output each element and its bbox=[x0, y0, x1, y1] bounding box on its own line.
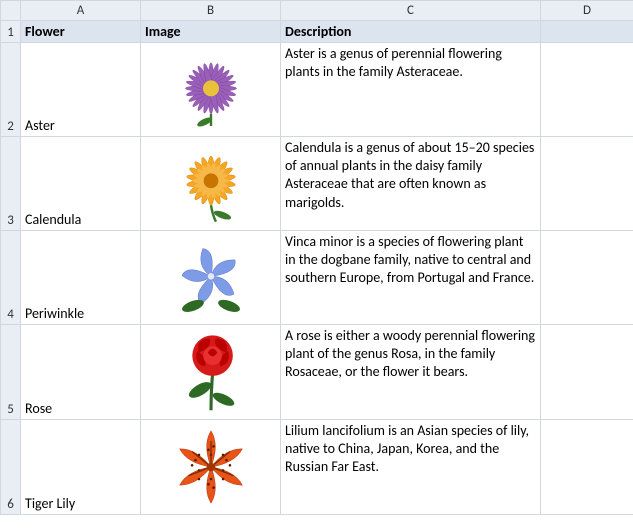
cell-C6[interactable]: Lilium lancifolium is an Asian species o… bbox=[281, 420, 541, 515]
cell-C4[interactable]: Vinca minor is a species of flowering pl… bbox=[281, 231, 541, 325]
col-header-B[interactable]: B bbox=[141, 1, 281, 21]
row-header-2[interactable]: 2 bbox=[1, 43, 21, 137]
row-header-3[interactable]: 3 bbox=[1, 137, 21, 231]
col-header-A[interactable]: A bbox=[21, 1, 141, 21]
cell-B5[interactable] bbox=[141, 325, 281, 420]
cell-A5[interactable]: Rose bbox=[21, 325, 141, 420]
cell-B6[interactable] bbox=[141, 420, 281, 515]
cell-A1[interactable]: Flower bbox=[21, 21, 141, 43]
col-header-C[interactable]: C bbox=[281, 1, 541, 21]
column-header-row: A B C D bbox=[1, 1, 633, 21]
cell-D3[interactable] bbox=[541, 137, 633, 231]
aster-icon bbox=[171, 50, 251, 130]
spreadsheet-grid[interactable]: A B C D 1 Flower Image Description 2 Ast… bbox=[0, 0, 633, 515]
row-4: 4 Periwinkle Vinca minor is a spec bbox=[1, 231, 633, 325]
cell-C2[interactable]: Aster is a genus of perennial flowering … bbox=[281, 43, 541, 137]
cell-D5[interactable] bbox=[541, 325, 633, 420]
cell-D6[interactable] bbox=[541, 420, 633, 515]
cell-D4[interactable] bbox=[541, 231, 633, 325]
tigerlily-icon bbox=[168, 424, 254, 510]
cell-A3[interactable]: Calendula bbox=[21, 137, 141, 231]
row-header-1[interactable]: 1 bbox=[1, 21, 21, 43]
cell-B2[interactable] bbox=[141, 43, 281, 137]
rose-icon bbox=[172, 329, 250, 415]
row-header-5[interactable]: 5 bbox=[1, 325, 21, 420]
cell-A4[interactable]: Periwinkle bbox=[21, 231, 141, 325]
row-header-6[interactable]: 6 bbox=[1, 420, 21, 515]
cell-B4[interactable] bbox=[141, 231, 281, 325]
row-header-4[interactable]: 4 bbox=[1, 231, 21, 325]
periwinkle-icon bbox=[170, 237, 252, 319]
calendula-icon bbox=[170, 143, 252, 225]
col-header-D[interactable]: D bbox=[541, 1, 633, 21]
cell-A2[interactable]: Aster bbox=[21, 43, 141, 137]
cell-C5[interactable]: A rose is either a woody perennial flowe… bbox=[281, 325, 541, 420]
row-3: 3 Calendula bbox=[1, 137, 633, 231]
cell-A6[interactable]: Tiger Lily bbox=[21, 420, 141, 515]
cell-B1[interactable]: Image bbox=[141, 21, 281, 43]
cell-C3[interactable]: Calendula is a genus of about 15–20 spec… bbox=[281, 137, 541, 231]
row-6: 6 Tiger Lily bbox=[1, 420, 633, 515]
row-1: 1 Flower Image Description bbox=[1, 21, 633, 43]
select-all-corner[interactable] bbox=[1, 1, 21, 21]
row-2: 2 Aster Aster is a ge bbox=[1, 43, 633, 137]
row-5: 5 Rose A rose is either a woody perennia… bbox=[1, 325, 633, 420]
cell-D1[interactable] bbox=[541, 21, 633, 43]
cell-D2[interactable] bbox=[541, 43, 633, 137]
cell-B3[interactable] bbox=[141, 137, 281, 231]
cell-C1[interactable]: Description bbox=[281, 21, 541, 43]
